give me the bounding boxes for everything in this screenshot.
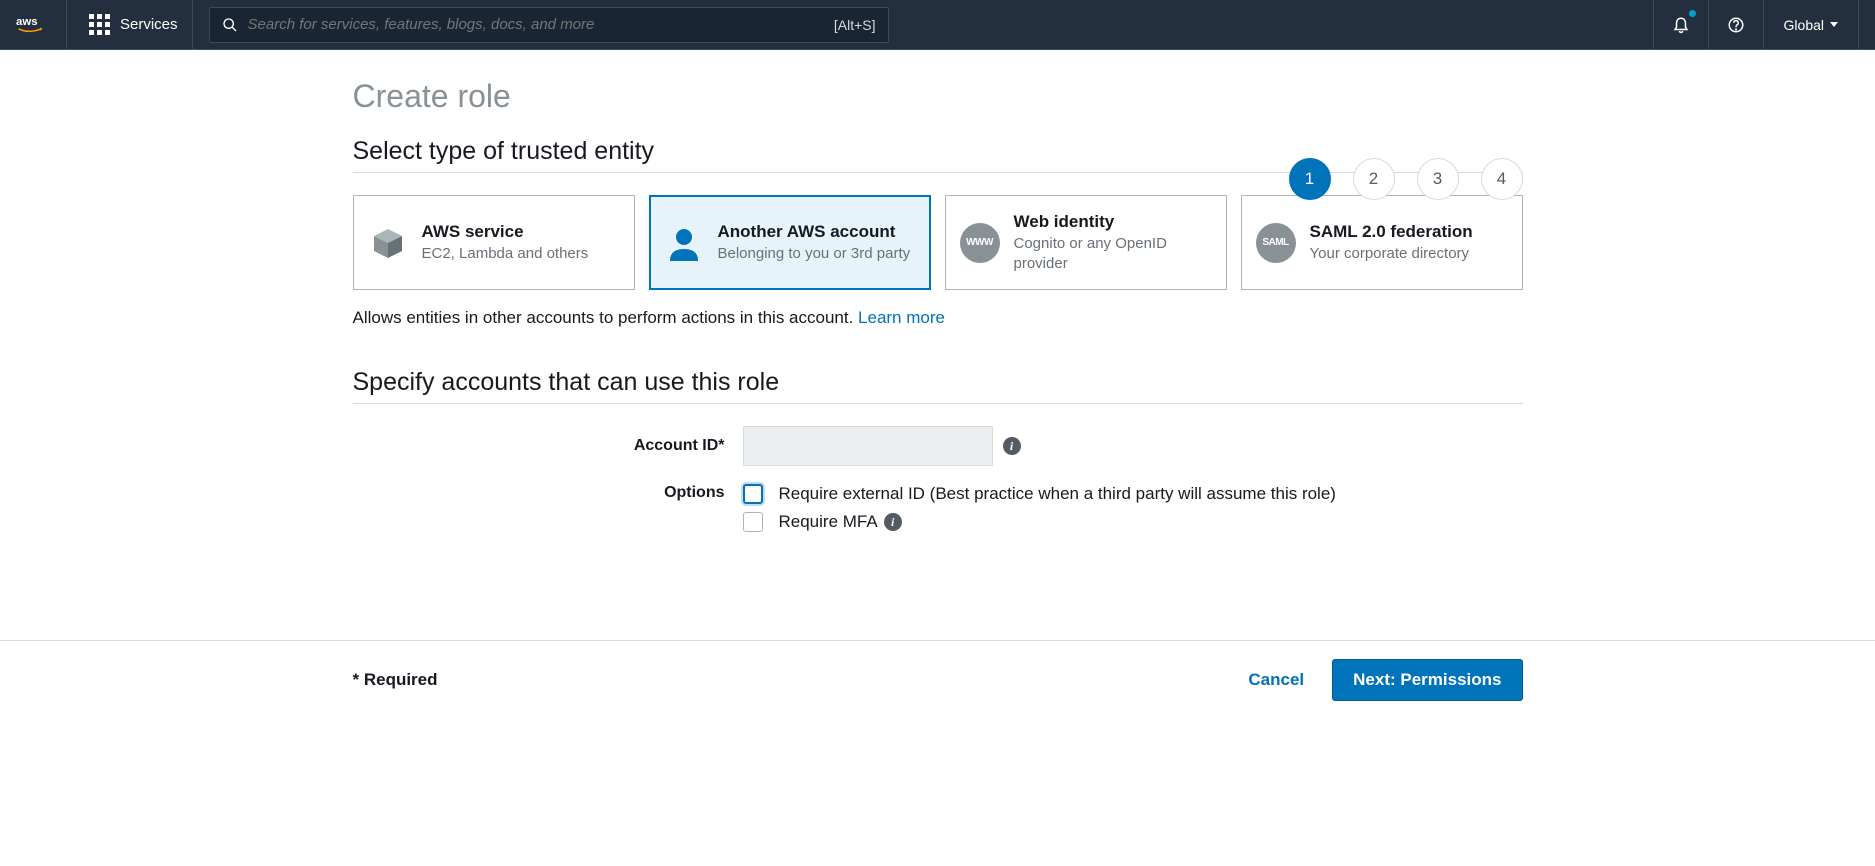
entity-description: Allows entities in other accounts to per… [353,308,1523,328]
card-title: Web identity [1014,212,1212,232]
card-title: AWS service [422,222,589,242]
next-permissions-button[interactable]: Next: Permissions [1332,659,1522,701]
step-1[interactable]: 1 [1289,158,1331,200]
step-3[interactable]: 3 [1417,158,1459,200]
account-id-label: Account ID* [353,437,743,455]
person-icon [664,223,704,263]
search-shortcut-hint: [Alt+S] [834,17,876,33]
entity-card-another-account[interactable]: Another AWS account Belonging to you or … [649,195,931,290]
option-external-id-label: Require external ID (Best practice when … [779,484,1336,504]
page-title: Create role [353,78,1523,115]
card-subtitle: Belonging to you or 3rd party [718,244,911,264]
top-nav: aws Services [Alt+S] Global [0,0,1875,50]
step-2[interactable]: 2 [1353,158,1395,200]
search-bar[interactable]: [Alt+S] [209,7,889,43]
checkbox-mfa[interactable] [743,512,763,532]
step-indicator: 1 2 3 4 [1289,158,1523,200]
card-subtitle: Your corporate directory [1310,244,1473,264]
option-mfa-label: Require MFA [779,512,878,532]
chevron-down-icon [1830,22,1838,27]
notification-dot [1689,10,1696,17]
info-icon[interactable] [1003,437,1021,455]
card-subtitle: EC2, Lambda and others [422,244,589,264]
cancel-button[interactable]: Cancel [1248,670,1304,690]
section-specify-accounts-title: Specify accounts that can use this role [353,368,1523,404]
wizard-footer: * Required Cancel Next: Permissions [0,640,1875,719]
help-icon [1727,16,1745,34]
entity-card-saml[interactable]: SAML SAML 2.0 federation Your corporate … [1241,195,1523,290]
notifications-button[interactable] [1653,0,1708,50]
grid-icon [89,14,110,35]
region-label: Global [1784,17,1824,33]
required-note: * Required [353,670,438,690]
region-selector[interactable]: Global [1763,0,1859,50]
card-title: SAML 2.0 federation [1310,222,1473,242]
svg-text:aws: aws [16,16,38,28]
bell-icon [1672,16,1690,34]
search-icon [222,17,238,33]
card-subtitle: Cognito or any OpenID provider [1014,234,1212,273]
help-button[interactable] [1708,0,1763,50]
checkbox-external-id[interactable] [743,484,763,504]
services-label: Services [120,16,178,33]
entity-card-aws-service[interactable]: AWS service EC2, Lambda and others [353,195,635,290]
step-4[interactable]: 4 [1481,158,1523,200]
search-input[interactable] [248,16,824,33]
cube-icon [368,223,408,263]
services-menu[interactable]: Services [75,0,193,50]
aws-logo[interactable]: aws [16,0,67,50]
entity-card-web-identity[interactable]: WWW Web identity Cognito or any OpenID p… [945,195,1227,290]
entity-type-cards: AWS service EC2, Lambda and others Anoth… [353,195,1523,290]
card-title: Another AWS account [718,222,911,242]
info-icon[interactable] [884,513,902,531]
account-id-input[interactable] [743,426,993,466]
learn-more-link[interactable]: Learn more [858,308,945,327]
www-icon: WWW [960,223,1000,263]
saml-icon: SAML [1256,223,1296,263]
options-label: Options [353,484,743,502]
